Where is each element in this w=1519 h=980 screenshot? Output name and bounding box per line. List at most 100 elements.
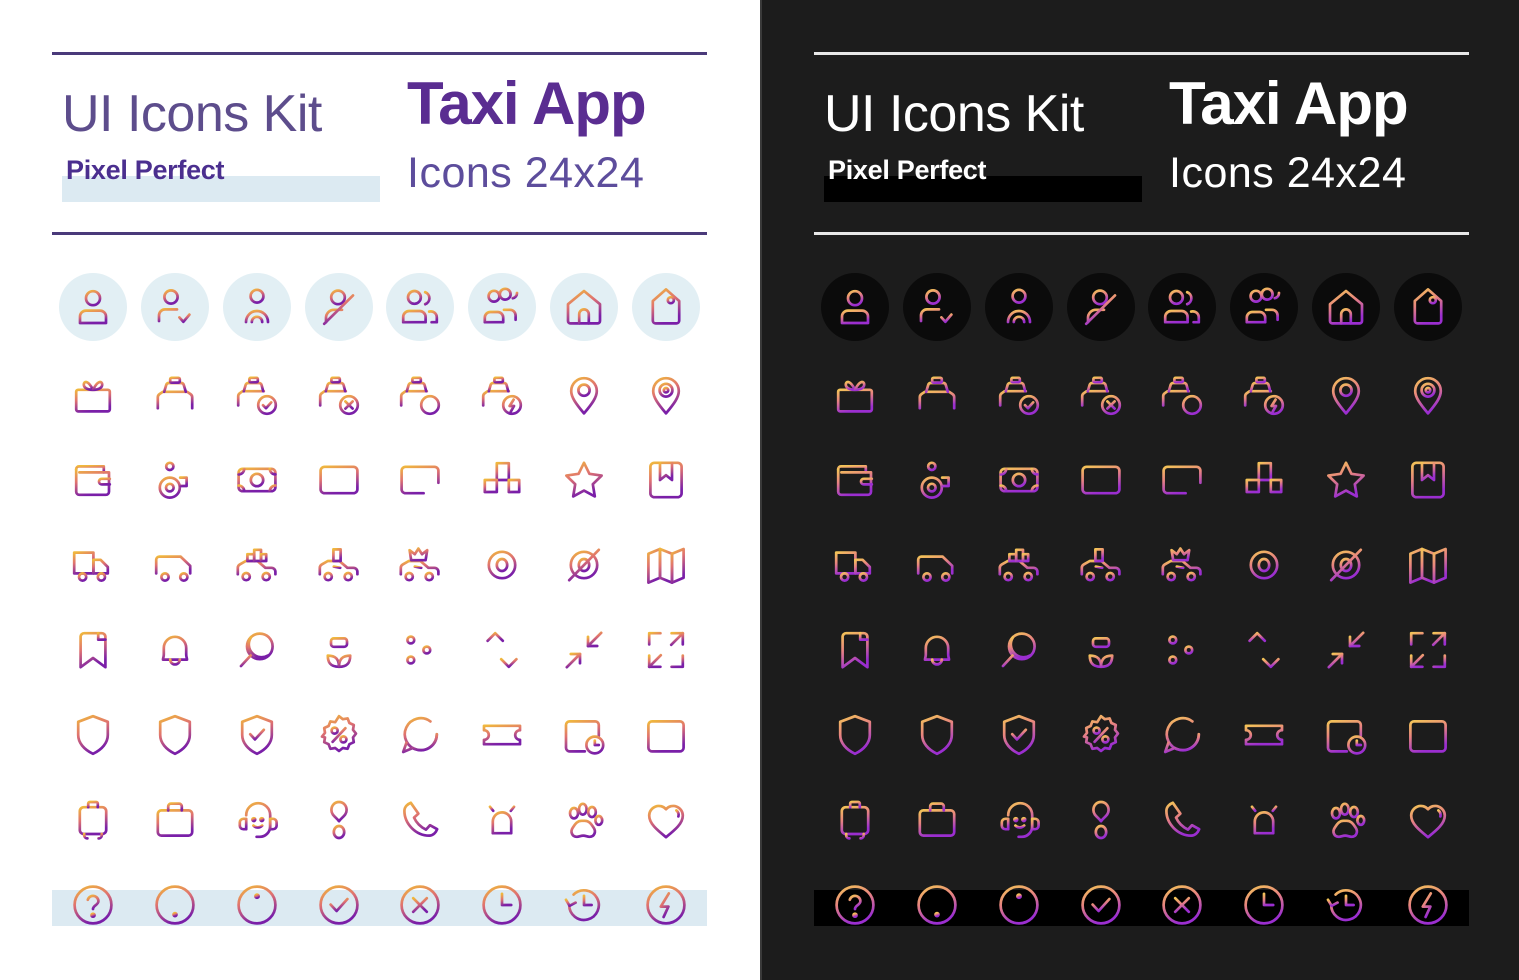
minimize-icon[interactable] [1322,626,1370,674]
icon-cell[interactable] [216,265,298,350]
icon-cell[interactable] [1223,777,1305,862]
shield-check-icon[interactable] [995,711,1043,759]
luggage-icon[interactable] [69,796,117,844]
close-circle-icon[interactable] [1158,881,1206,929]
icon-cell[interactable] [298,607,380,692]
user-check-icon[interactable] [913,283,961,331]
blocks-icon[interactable] [1240,456,1288,504]
shield-half-icon[interactable] [831,711,879,759]
user-blocked-icon[interactable] [1077,283,1125,331]
paw-icon[interactable] [1322,796,1370,844]
check-circle-icon[interactable] [315,881,363,929]
paw-icon[interactable] [560,796,608,844]
star-icon[interactable] [1322,456,1370,504]
shield-check-icon[interactable] [233,711,281,759]
arrows-up-down-icon[interactable] [1240,626,1288,674]
users-group-icon[interactable] [1240,283,1288,331]
target-location-icon[interactable] [1240,541,1288,589]
icon-cell[interactable] [52,265,134,350]
icon-cell[interactable] [216,777,298,862]
star-icon[interactable] [560,456,608,504]
users-two-icon[interactable] [396,283,444,331]
icon-cell[interactable] [380,437,462,522]
icon-cell[interactable] [380,777,462,862]
icon-cell[interactable] [1060,437,1142,522]
home-icon[interactable] [1322,283,1370,331]
user-icon[interactable] [831,283,879,331]
icon-cell[interactable] [625,862,707,947]
pacifier-icon[interactable] [315,796,363,844]
eco-plug-plant-icon[interactable] [315,626,363,674]
minimize-icon[interactable] [560,626,608,674]
eco-plug-plant-icon[interactable] [1077,626,1125,674]
icon-cell[interactable] [1223,265,1305,350]
taxi-electric-icon[interactable] [478,371,526,419]
icon-cell[interactable] [896,862,978,947]
icon-cell[interactable] [1223,352,1305,437]
clock-history-icon[interactable] [560,881,608,929]
credit-card-icon[interactable] [1077,456,1125,504]
flash-circle-icon[interactable] [1404,881,1452,929]
icon-cell[interactable] [978,607,1060,692]
clock-icon[interactable] [478,881,526,929]
icon-cell[interactable] [298,265,380,350]
icon-cell[interactable] [1142,607,1224,692]
discount-badge-icon[interactable] [1077,711,1125,759]
car-roof-rack-icon[interactable] [315,541,363,589]
arrows-up-down-icon[interactable] [478,626,526,674]
icon-cell[interactable] [461,352,543,437]
icon-cell[interactable] [625,437,707,522]
icon-cell[interactable] [298,522,380,607]
icon-cell[interactable] [1387,522,1469,607]
car-roof-rack-icon[interactable] [1077,541,1125,589]
gift-icon[interactable] [831,371,879,419]
icon-cell[interactable] [543,437,625,522]
search-icon[interactable] [995,626,1043,674]
icon-cell[interactable] [978,862,1060,947]
icon-cell[interactable] [461,862,543,947]
chat-bubble-icon[interactable] [396,711,444,759]
icon-cell[interactable] [978,352,1060,437]
icon-cell[interactable] [1305,437,1387,522]
check-circle-icon[interactable] [1077,881,1125,929]
icon-cell[interactable] [625,607,707,692]
flash-circle-icon[interactable] [642,881,690,929]
icon-cell[interactable] [978,777,1060,862]
search-icon[interactable] [233,626,281,674]
icon-cell[interactable] [1060,265,1142,350]
wheelchair-icon[interactable] [151,456,199,504]
icon-cell[interactable] [896,522,978,607]
taxi-check-icon[interactable] [995,371,1043,419]
map-folded-icon[interactable] [642,541,690,589]
icon-cell[interactable] [461,607,543,692]
icon-cell[interactable] [1060,862,1142,947]
icon-cell[interactable] [1387,862,1469,947]
taxi-alert-icon[interactable] [1158,371,1206,419]
icon-cell[interactable] [1060,522,1142,607]
home-icon[interactable] [560,283,608,331]
icon-cell[interactable] [134,437,216,522]
icon-cell[interactable] [380,522,462,607]
icon-cell[interactable] [298,437,380,522]
icon-cell[interactable] [52,862,134,947]
icon-cell[interactable] [134,777,216,862]
blocks-icon[interactable] [478,456,526,504]
van-icon[interactable] [913,541,961,589]
icon-cell[interactable] [298,777,380,862]
icon-cell[interactable] [52,777,134,862]
icon-cell[interactable] [543,692,625,777]
heart-icon[interactable] [642,796,690,844]
shield-alert-icon[interactable] [151,711,199,759]
support-headset-icon[interactable] [995,796,1043,844]
icon-cell[interactable] [896,692,978,777]
target-location-icon[interactable] [478,541,526,589]
icon-cell[interactable] [814,607,896,692]
location-off-icon[interactable] [560,541,608,589]
icon-cell[interactable] [625,777,707,862]
alert-circle-icon[interactable] [913,881,961,929]
icon-cell[interactable] [1060,692,1142,777]
calendar-clock-icon[interactable] [1322,711,1370,759]
luggage-icon[interactable] [831,796,879,844]
shield-half-icon[interactable] [69,711,117,759]
user-profile-icon[interactable] [995,283,1043,331]
